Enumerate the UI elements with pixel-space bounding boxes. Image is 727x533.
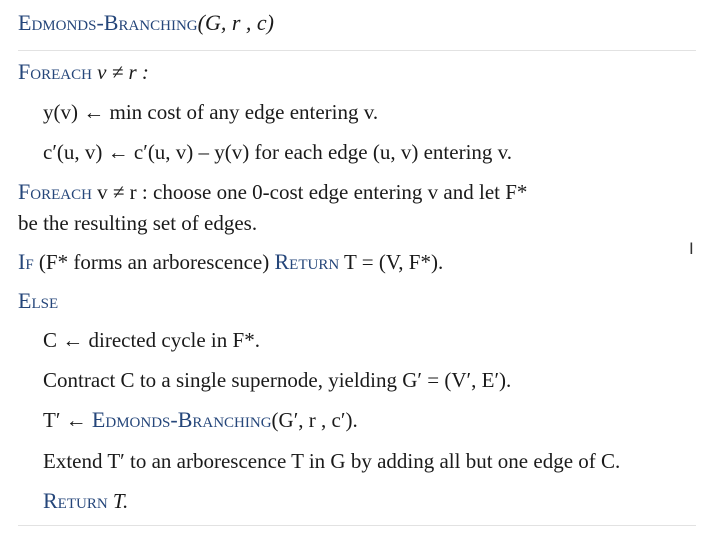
line-min-cost: y(v) ← min cost of any edge entering v. bbox=[43, 98, 378, 126]
algorithm-title: Edmonds-Branching(G, r , c) bbox=[18, 8, 274, 38]
keyword-else: Else bbox=[18, 288, 59, 313]
statement-text: (G′, r , c′). bbox=[271, 408, 358, 432]
keyword-return: Return bbox=[43, 488, 108, 513]
line-recurse: T′ ← Edmonds-Branching(G′, r , c′). bbox=[43, 406, 358, 434]
keyword-if: If bbox=[18, 249, 34, 274]
statement-text: Contract C to a single supernode, yieldi… bbox=[43, 368, 512, 392]
line-contract: Contract C to a single supernode, yieldi… bbox=[43, 366, 511, 394]
statement-text: Extend T′ to an arborescence T in G by a… bbox=[43, 449, 621, 473]
keyword-edmonds-branching: Edmonds-Branching bbox=[91, 407, 272, 432]
statement-text: (F* forms an arborescence) bbox=[33, 250, 275, 274]
statement-text: C ← directed cycle in F*. bbox=[43, 328, 260, 352]
line-foreach-2: Foreach v ≠ r : choose one 0-cost edge e… bbox=[18, 178, 527, 206]
line-if: If (F* forms an arborescence) Return T =… bbox=[18, 248, 443, 276]
algorithm-name: Edmonds-Branching bbox=[18, 10, 198, 35]
line-foreach-1: Foreach v ≠ r : bbox=[18, 58, 149, 86]
line-cycle: C ← directed cycle in F*. bbox=[43, 326, 260, 354]
statement-text: T = (V, F*). bbox=[339, 250, 444, 274]
line-reduce-cost: c′(u, v) ← c′(u, v) – y(v) for each edge… bbox=[43, 138, 512, 166]
keyword-foreach: Foreach bbox=[18, 59, 92, 84]
statement-text: c′(u, v) ← c′(u, v) – y(v) for each edge… bbox=[43, 140, 513, 164]
bottom-divider bbox=[18, 525, 696, 526]
statement-text: v ≠ r : choose one 0-cost edge entering … bbox=[91, 180, 528, 204]
statement-text: T′ ← bbox=[43, 408, 92, 432]
line-else: Else bbox=[18, 287, 58, 315]
line-return: Return T. bbox=[43, 487, 128, 515]
algorithm-page: Edmonds-Branching(G, r , c) Foreach v ≠ … bbox=[0, 0, 727, 533]
statement-text: T. bbox=[107, 489, 129, 513]
statement-text: be the resulting set of edges. bbox=[18, 211, 258, 235]
keyword-foreach: Foreach bbox=[18, 179, 92, 204]
keyword-return: Return bbox=[274, 249, 340, 274]
line-extend: Extend T′ to an arborescence T in G by a… bbox=[43, 447, 620, 475]
line-foreach-2-cont: be the resulting set of edges. bbox=[18, 209, 257, 237]
algorithm-args: (G, r , c) bbox=[197, 10, 274, 35]
statement-text: y(v) ← min cost of any edge entering v. bbox=[43, 100, 379, 124]
statement-text: v ≠ r : bbox=[91, 60, 149, 84]
text-cursor-icon: I bbox=[689, 239, 694, 258]
top-divider bbox=[18, 50, 696, 51]
